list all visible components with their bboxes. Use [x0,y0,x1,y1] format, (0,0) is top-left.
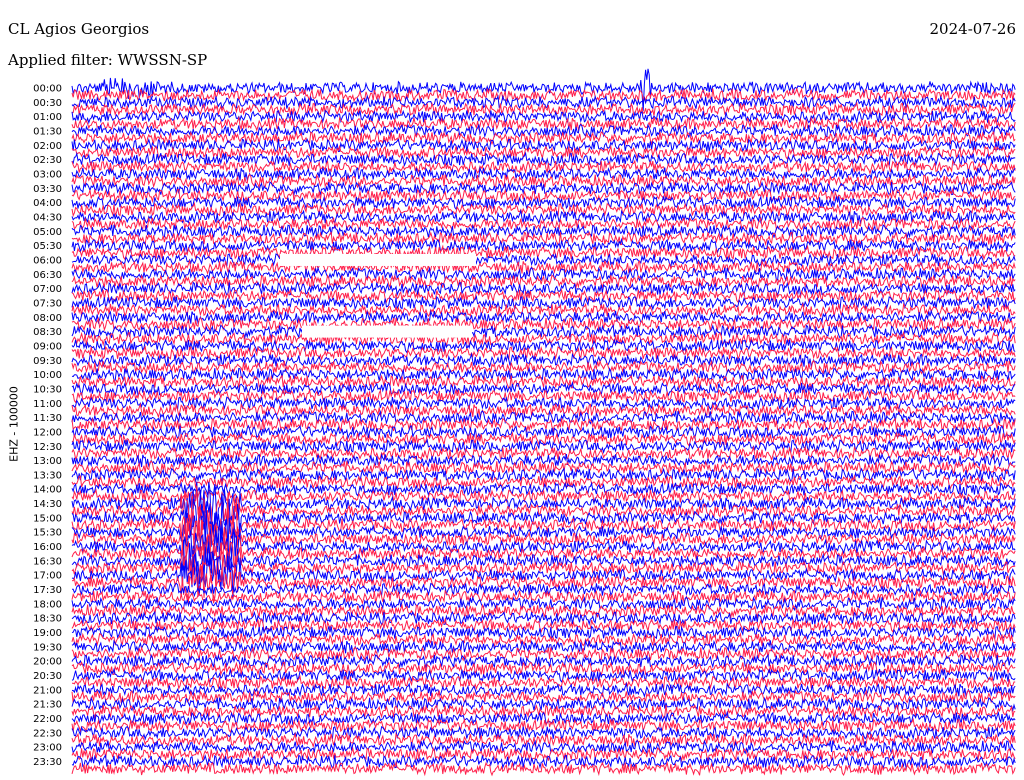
seismic-trace-2100-0 [71,681,1016,698]
time-tick-label: 19:00 [33,628,62,639]
time-tick-label: 18:30 [33,614,62,625]
time-tick-label: 05:30 [33,241,62,252]
time-tick-label: 06:00 [33,255,62,266]
time-tick-label: 04:00 [33,198,62,209]
seismic-trace-1130-0 [71,409,1016,425]
seismogram-plot: 00:00 00:30 01:00 01:30 02:00 02:30 03:00 03:30… [33,68,1016,777]
time-tick-label: 05:00 [33,227,62,238]
time-tick-label: 21:30 [33,700,62,711]
seismic-trace-1100-0 [71,395,1016,412]
time-tick-label: 08:00 [33,313,62,324]
seismic-trace-0500-0 [71,223,1016,240]
time-tick-label: 16:30 [33,556,62,567]
time-tick-label: 10:00 [33,370,62,381]
seismic-trace-0900-1 [71,345,1016,362]
seismic-trace-2000-1 [71,661,1016,677]
tick-labels-group: 00:00 00:30 01:00 01:30 02:00 02:30 03:00 03:30… [33,84,62,769]
seismic-trace-1330-1 [71,474,1016,490]
time-tick-label: 20:00 [33,657,62,668]
time-tick-label: 11:30 [33,413,62,424]
time-tick-label: 09:30 [33,356,62,367]
time-tick-label: 01:30 [33,126,62,137]
time-tick-label: 02:30 [33,155,62,166]
seismic-trace-2200-1 [71,717,1016,734]
time-tick-label: 07:00 [33,284,62,295]
time-tick-label: 18:00 [33,599,62,610]
time-tick-label: 13:30 [33,470,62,481]
seismic-trace-0730-1 [71,302,1016,319]
data-gap [302,325,472,338]
time-tick-label: 12:30 [33,442,62,453]
time-tick-label: 15:00 [33,513,62,524]
time-tick-label: 11:00 [33,399,62,410]
time-tick-label: 23:30 [33,757,62,768]
time-tick-label: 04:30 [33,212,62,223]
seismic-trace-0200-0 [71,137,1016,154]
time-tick-label: 19:30 [33,642,62,653]
time-tick-label: 16:00 [33,542,62,553]
time-tick-label: 02:00 [33,141,62,152]
time-tick-label: 08:30 [33,327,62,338]
seismic-trace-0500-1 [71,231,1016,247]
time-tick-label: 10:30 [33,384,62,395]
time-tick-label: 23:00 [33,743,62,754]
seismic-trace-2300-0 [71,739,1016,755]
time-tick-label: 00:00 [33,84,62,95]
time-tick-label: 22:00 [33,714,62,725]
time-tick-label: 14:30 [33,499,62,510]
seismic-trace-0230-1 [71,158,1016,175]
time-tick-label: 20:30 [33,671,62,682]
time-tick-label: 17:30 [33,585,62,596]
time-tick-label: 09:00 [33,341,62,352]
time-tick-label: 22:30 [33,728,62,739]
data-gap [280,253,476,266]
traces-group [71,68,1016,777]
seismic-trace-0600-1 [71,259,1016,276]
time-tick-label: 12:00 [33,427,62,438]
time-tick-label: 15:30 [33,528,62,539]
seismic-trace-1230-1 [71,445,1016,462]
seismic-trace-1200-0 [71,424,1016,440]
seismic-trace-1800-1 [71,603,1016,619]
time-tick-label: 21:00 [33,685,62,696]
seismic-trace-0600-0 [71,252,1016,269]
time-tick-label: 03:30 [33,184,62,195]
time-tick-label: 01:00 [33,112,62,123]
time-tick-label: 00:30 [33,98,62,109]
seismic-trace-2330-1 [71,760,1016,777]
time-tick-label: 03:00 [33,169,62,180]
time-tick-label: 14:00 [33,485,62,496]
time-tick-label: 07:30 [33,298,62,309]
time-tick-label: 17:00 [33,571,62,582]
time-tick-label: 13:00 [33,456,62,467]
time-tick-label: 06:30 [33,270,62,281]
